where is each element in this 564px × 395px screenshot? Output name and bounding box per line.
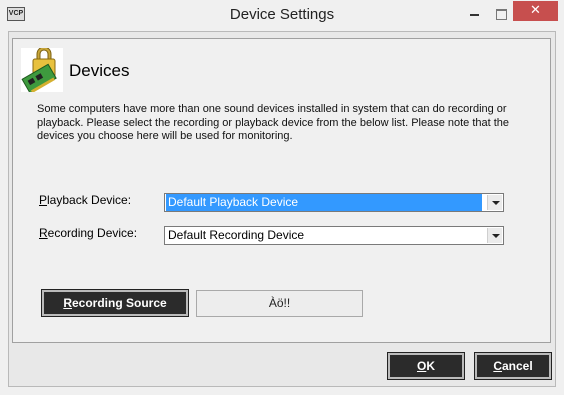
ok-button[interactable]: OK xyxy=(388,353,464,379)
cancel-button[interactable]: Cancel xyxy=(475,353,551,379)
chevron-down-icon[interactable] xyxy=(487,195,502,210)
dialog-body: Devices Some computers have more than on… xyxy=(8,31,556,387)
close-icon: ✕ xyxy=(530,3,541,18)
maximize-button[interactable] xyxy=(488,4,512,22)
minimize-button[interactable] xyxy=(460,4,488,22)
recording-source-value: Àö!! xyxy=(196,290,363,317)
playback-label-accesskey: P xyxy=(39,193,48,207)
cancel-accesskey: C xyxy=(493,359,502,373)
playback-device-select[interactable]: Default Playback Device xyxy=(164,193,504,212)
devices-panel: Devices Some computers have more than on… xyxy=(12,38,551,343)
recording-label-accesskey: R xyxy=(39,226,48,240)
recording-source-accesskey: R xyxy=(63,296,72,310)
recording-label-text: ecording Device: xyxy=(47,226,138,240)
section-description: Some computers have more than one sound … xyxy=(37,103,510,142)
recording-source-button[interactable]: Recording Source xyxy=(42,290,188,316)
cancel-text: ancel xyxy=(501,359,533,373)
recording-source-text: ecording Source xyxy=(71,296,167,310)
ok-text: K xyxy=(426,359,435,373)
playback-label-text: layback Device: xyxy=(47,193,132,207)
close-button[interactable]: ✕ xyxy=(513,1,558,21)
chevron-down-icon[interactable] xyxy=(487,228,502,243)
title-bar: VCP Device Settings ✕ xyxy=(0,0,564,31)
recording-device-select[interactable]: Default Recording Device xyxy=(164,226,504,245)
recording-device-label: Recording Device: xyxy=(39,226,137,240)
playback-device-label: Playback Device: xyxy=(39,193,131,207)
ok-accesskey: O xyxy=(416,359,427,373)
recording-device-value: Default Recording Device xyxy=(168,228,305,242)
sound-card-lock-icon xyxy=(21,46,63,94)
playback-device-value: Default Playback Device xyxy=(166,194,482,211)
section-title: Devices xyxy=(69,61,130,80)
